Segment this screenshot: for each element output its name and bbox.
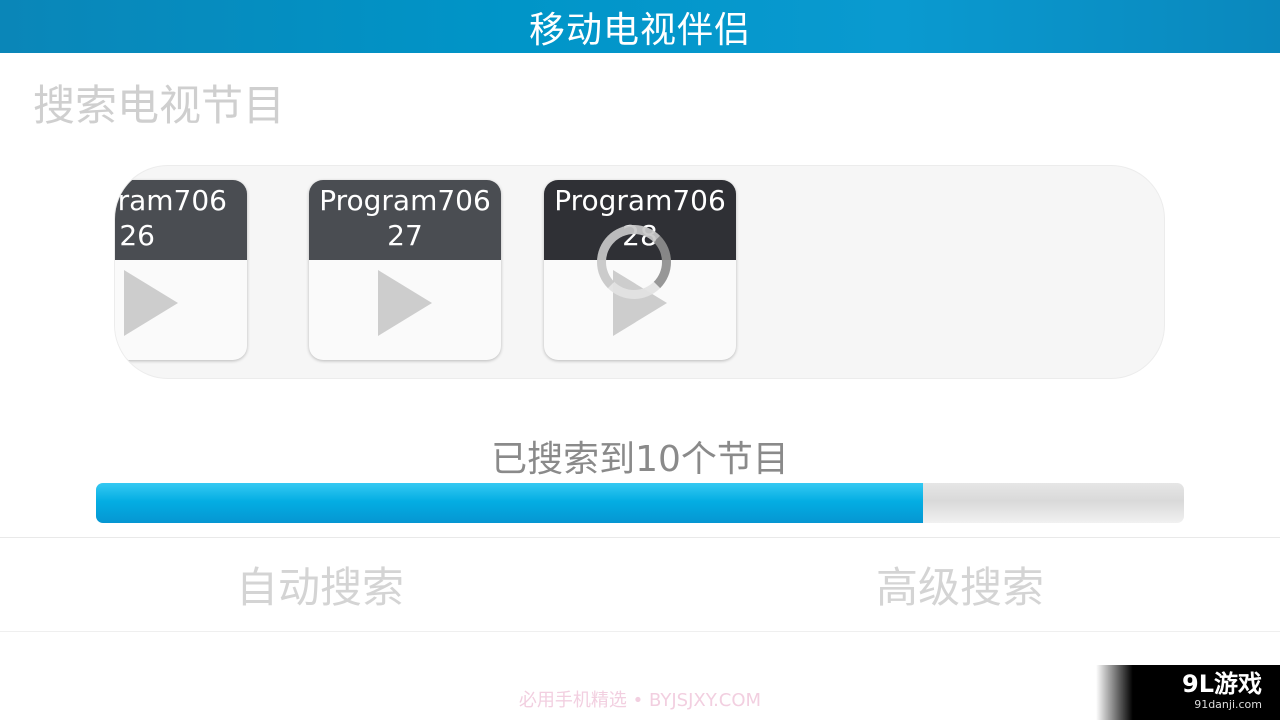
play-icon (378, 270, 432, 336)
program-name: Program706 (319, 184, 491, 217)
brand-logo: 9L游戏 91danji.com (1096, 665, 1280, 720)
watermark: 必用手机精选 • BYJSJXY.COM (518, 690, 762, 711)
app-title: 移动电视伴侣 (528, 9, 751, 51)
section-title: 搜索电视节目 (33, 81, 286, 130)
program-card[interactable]: Program706 26 (115, 180, 247, 360)
play-icon (124, 270, 178, 336)
title-bar: 移动电视伴侣 (0, 0, 1280, 53)
divider (0, 631, 1280, 632)
program-card-header: Program706 26 (115, 180, 247, 260)
search-status: 已搜索到10个节目 (491, 439, 789, 480)
auto-search-button[interactable]: 自动搜索 (0, 538, 640, 631)
search-progress-bar (96, 483, 1184, 523)
program-number: 26 (119, 219, 155, 252)
program-card-header: Program706 27 (309, 180, 501, 260)
search-progress-fill (96, 483, 923, 523)
brand-url: 91danji.com (1194, 698, 1262, 711)
program-card[interactable]: Program706 27 (309, 180, 501, 360)
program-name: Program706 (115, 184, 227, 217)
program-carousel[interactable]: Program706 26 Program706 27 Program706 2… (114, 165, 1165, 379)
brand-logo-text: 9L游戏 (1182, 670, 1262, 698)
program-number: 27 (387, 219, 423, 252)
program-name: Program706 (554, 184, 726, 217)
advanced-search-button[interactable]: 高级搜索 (640, 538, 1280, 631)
loading-spinner-icon (597, 225, 671, 299)
